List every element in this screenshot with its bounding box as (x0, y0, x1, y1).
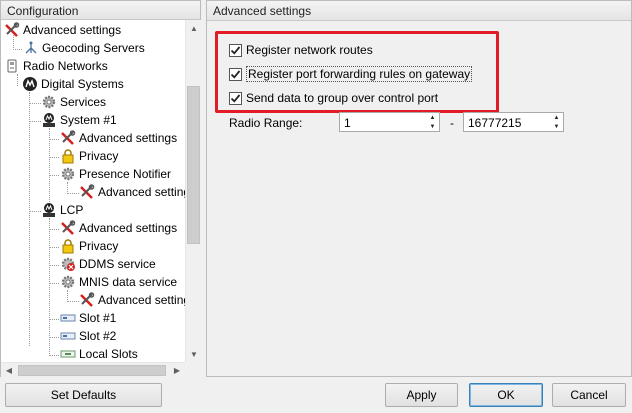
cancel-button[interactable]: Cancel (552, 383, 626, 407)
tree-item-advanced-setting-mnis[interactable]: Advanced setting (79, 291, 185, 309)
radio-range-to-input[interactable]: 16777215 ▲ ▼ (463, 112, 564, 132)
tree-item-label: System #1 (60, 113, 117, 127)
tree-item-label: Radio Networks (23, 59, 108, 73)
scrollbar-corner (185, 362, 201, 377)
tree-item-radio-networks[interactable]: Radio Networks (4, 57, 108, 75)
tree-horizontal-scrollbar[interactable]: ◀ ▶ (1, 362, 185, 377)
tree-item-presence-notifier[interactable]: Presence Notifier (60, 165, 171, 183)
tools-icon (4, 22, 20, 38)
highlight-box (215, 31, 499, 113)
tree-item-label: Advanced settings (79, 131, 178, 145)
radio-network-icon (4, 58, 20, 74)
tree-item-advanced-setting-presence[interactable]: Advanced setting (79, 183, 185, 201)
configuration-tree[interactable]: Advanced settings Geocoding Servers Radi… (1, 20, 185, 362)
tools-icon (79, 184, 95, 200)
tools-icon (60, 130, 76, 146)
tree-vertical-scrollbar[interactable]: ▲ ▼ (185, 20, 201, 362)
tools-icon (60, 220, 76, 236)
tree-item-local-slots[interactable]: Local Slots (60, 345, 138, 362)
tree-item-label: Privacy (79, 239, 119, 253)
gear-icon (60, 166, 76, 182)
tree-item-label: LCP (60, 203, 84, 217)
set-defaults-button[interactable]: Set Defaults (5, 383, 162, 407)
lock-icon (60, 148, 76, 164)
scroll-up-icon[interactable]: ▲ (186, 20, 202, 36)
tree-item-lcp[interactable]: LCP (41, 201, 83, 219)
tree-item-label: MNIS data service (79, 275, 178, 289)
spin-down-icon[interactable]: ▼ (426, 122, 439, 131)
scroll-right-icon[interactable]: ▶ (169, 363, 185, 378)
tree-item-label: Slot #2 (79, 329, 117, 343)
spin-down-icon[interactable]: ▼ (550, 122, 563, 131)
tree-item-label: Advanced settings (23, 23, 122, 37)
motorola-icon (22, 76, 38, 92)
advanced-settings-header: Advanced settings (207, 1, 631, 21)
gear-icon (41, 94, 57, 110)
radio-range-from-value: 1 (344, 116, 351, 130)
local-slots-icon (60, 346, 76, 362)
radio-range-label: Radio Range: (229, 116, 303, 130)
tree-item-label: Advanced setting (98, 185, 185, 199)
tree-item-advanced-settings-system1[interactable]: Advanced settings (60, 129, 177, 147)
tree-item-advanced-settings[interactable]: Advanced settings (4, 21, 121, 39)
tree-item-advanced-settings-lcp[interactable]: Advanced settings (60, 219, 177, 237)
slot-icon (60, 310, 76, 326)
tree-item-ddms-service[interactable]: DDMS service (60, 255, 156, 273)
tree-item-label: Advanced settings (79, 221, 178, 235)
radio-range-to-value: 16777215 (468, 116, 522, 130)
tree-item-privacy-system1[interactable]: Privacy (60, 147, 118, 165)
tree-item-system-1[interactable]: System #1 (41, 111, 117, 129)
tree-item-label: DDMS service (79, 257, 156, 271)
tree-item-label: Advanced setting (98, 293, 185, 307)
tools-icon (79, 292, 95, 308)
tree-item-digital-systems[interactable]: Digital Systems (22, 75, 124, 93)
tree-item-label: Geocoding Servers (42, 41, 145, 55)
radio-system-icon (41, 202, 57, 218)
scroll-left-icon[interactable]: ◀ (1, 363, 17, 378)
spin-up-icon[interactable]: ▲ (426, 113, 439, 122)
lock-icon (60, 238, 76, 254)
tree-item-label: Privacy (79, 149, 119, 163)
spin-up-icon[interactable]: ▲ (550, 113, 563, 122)
scroll-thumb[interactable] (187, 86, 200, 244)
scroll-thumb[interactable] (18, 365, 166, 376)
antenna-icon (23, 40, 39, 56)
tree-item-geocoding-servers[interactable]: Geocoding Servers (23, 39, 145, 57)
configuration-panel: Configuration Advanced settings Geocodin… (0, 0, 201, 377)
tree-item-slot-1[interactable]: Slot #1 (60, 309, 116, 327)
tree-item-label: Slot #1 (79, 311, 117, 325)
tree-item-label: Presence Notifier (79, 167, 172, 181)
tree-item-label: Digital Systems (41, 77, 124, 91)
tree-item-slot-2[interactable]: Slot #2 (60, 327, 116, 345)
slot-icon (60, 328, 76, 344)
tree-item-services[interactable]: Services (41, 93, 106, 111)
tree-item-mnis-data-service[interactable]: MNIS data service (60, 273, 177, 291)
tree-item-privacy-lcp[interactable]: Privacy (60, 237, 118, 255)
configuration-header: Configuration (1, 1, 200, 20)
gear-icon (60, 274, 76, 290)
ddms-gear-icon (60, 256, 76, 272)
radio-system-icon (41, 112, 57, 128)
scroll-down-icon[interactable]: ▼ (186, 346, 202, 362)
tree-item-label: Local Slots (79, 347, 138, 361)
apply-button[interactable]: Apply (385, 383, 458, 407)
radio-range-separator: - (450, 116, 454, 130)
radio-range-from-input[interactable]: 1 ▲ ▼ (339, 112, 440, 132)
ok-button[interactable]: OK (469, 383, 543, 407)
tree-item-label: Services (60, 95, 107, 109)
